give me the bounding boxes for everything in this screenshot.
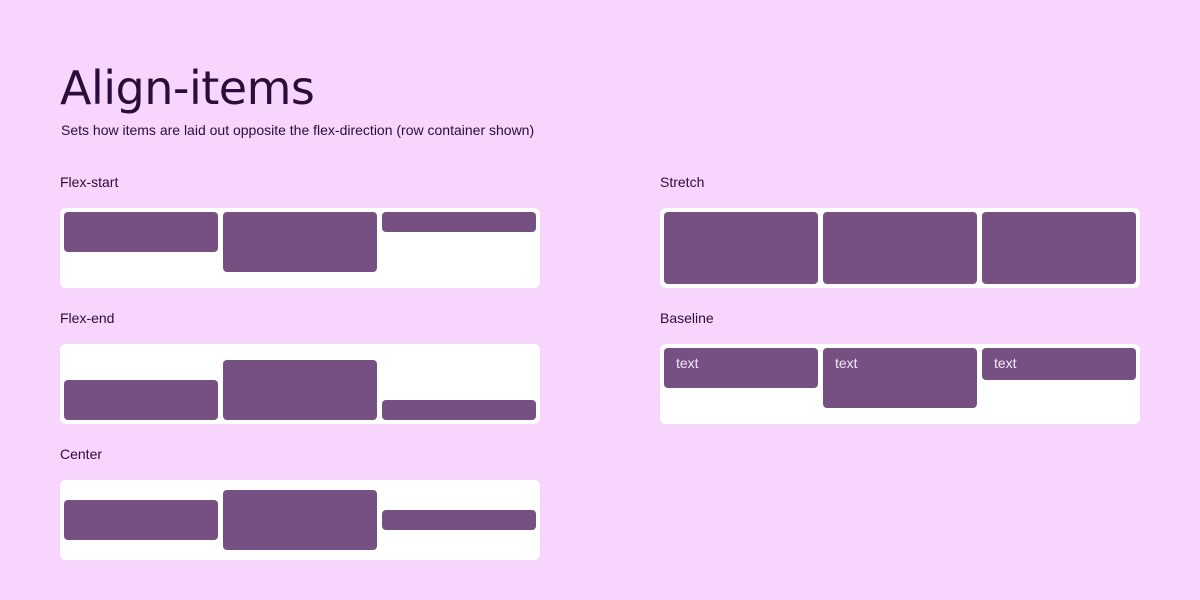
flex-item	[382, 212, 536, 232]
flex-container	[60, 480, 540, 560]
flex-item: text	[664, 348, 818, 388]
example-label: Stretch	[660, 174, 705, 190]
example-label: Baseline	[660, 310, 714, 326]
page-subtitle: Sets how items are laid out opposite the…	[61, 122, 535, 138]
flex-item	[223, 490, 377, 550]
flex-item	[223, 360, 377, 420]
flex-item	[223, 212, 377, 272]
flex-item	[982, 212, 1136, 284]
flex-item	[64, 500, 218, 540]
item-text: text	[835, 355, 858, 371]
example-label: Flex-start	[60, 174, 119, 190]
flex-container	[60, 344, 540, 424]
flex-item	[382, 400, 536, 420]
flex-item	[64, 380, 218, 420]
example-baseline: Baseline text text text	[660, 309, 1140, 424]
example-flex-end: Flex-end	[60, 309, 540, 424]
flex-container	[60, 208, 540, 288]
flex-item: text	[823, 348, 977, 408]
example-flex-start: Flex-start	[60, 173, 540, 288]
flex-container	[660, 208, 1140, 288]
example-center: Center	[60, 445, 540, 560]
flex-item: text	[982, 348, 1136, 380]
example-stretch: Stretch	[660, 173, 1140, 288]
flex-container: text text text	[660, 344, 1140, 424]
example-label: Flex-end	[60, 310, 115, 326]
flex-item	[664, 212, 818, 284]
page-title: Align-items	[60, 61, 315, 115]
item-text: text	[676, 355, 699, 371]
flex-item	[64, 212, 218, 252]
flex-item	[382, 510, 536, 530]
item-text: text	[994, 355, 1017, 371]
flex-item	[823, 212, 977, 284]
example-label: Center	[60, 446, 103, 462]
